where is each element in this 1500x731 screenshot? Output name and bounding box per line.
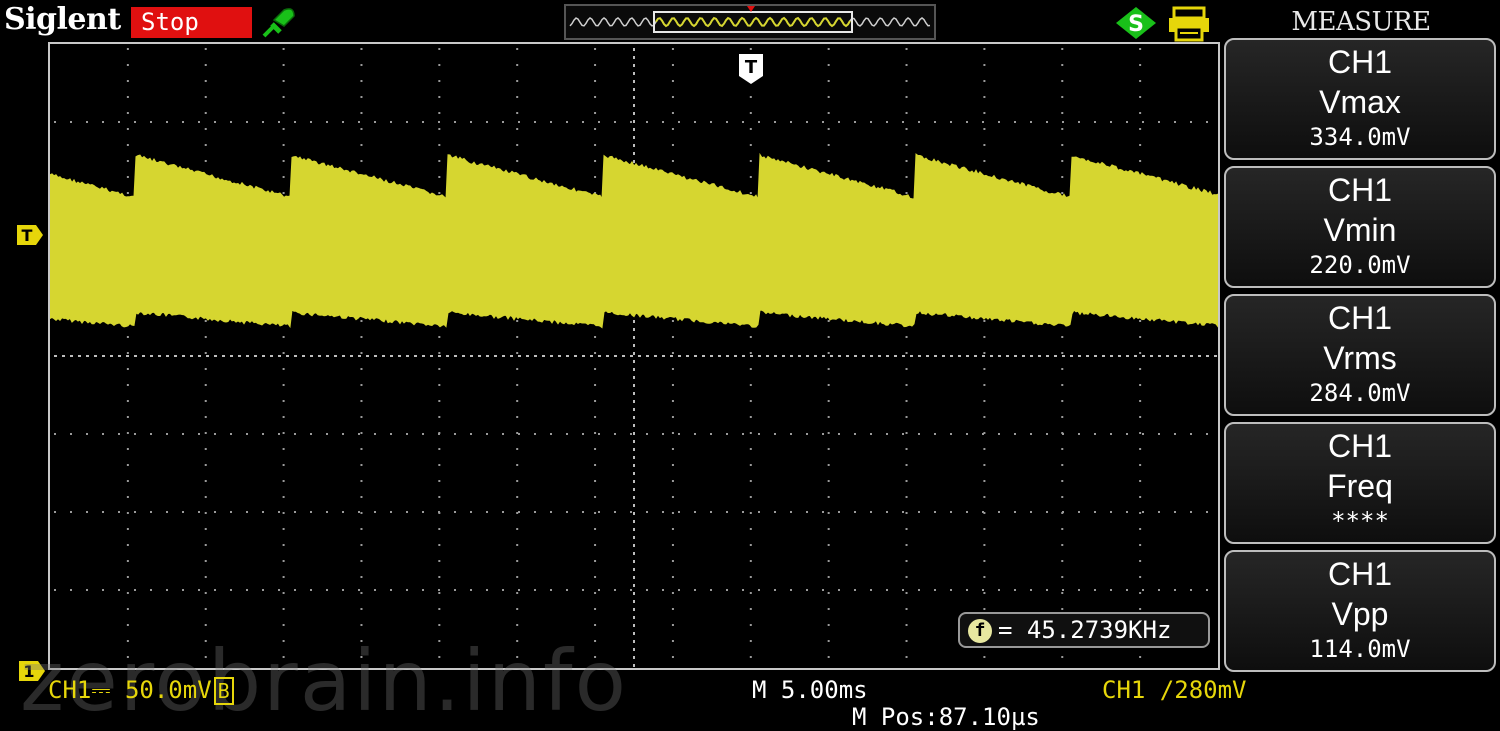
measure-item-vmax[interactable]: CH1 Vmax 334.0mV [1224, 38, 1496, 160]
measure-label: Vmin [1323, 212, 1397, 248]
measure-value: 284.0mV [1309, 379, 1411, 407]
s-mode-icon: S [1116, 7, 1156, 39]
trigger-level-label: T [22, 226, 33, 245]
channel-scale: CH1⎓ 50.0mV B [48, 676, 234, 705]
measure-value: 114.0mV [1309, 635, 1411, 663]
measure-channel: CH1 [1327, 300, 1392, 336]
waveform-display [48, 42, 1220, 670]
brand-logo: Siglent [4, 2, 121, 37]
menu-title: MEASURE [1291, 7, 1431, 37]
frequency-counter: f = 45.2739KHz [958, 612, 1210, 648]
trigger-position-marker[interactable]: T [737, 52, 765, 86]
measure-label: Vpp [1331, 596, 1389, 632]
print-icon [1169, 6, 1209, 42]
trigger-position-label: T [745, 57, 758, 78]
measure-value: 220.0mV [1309, 251, 1411, 279]
channel-scale-value: CH1⎓ 50.0mV [48, 676, 212, 704]
measure-item-vpp[interactable]: CH1 Vpp 114.0mV [1224, 550, 1496, 672]
bandwidth-limit-badge: B [213, 677, 234, 705]
svg-text:S: S [1128, 12, 1144, 37]
frequency-icon: f [968, 619, 992, 643]
measure-item-vmin[interactable]: CH1 Vmin 220.0mV [1224, 166, 1496, 288]
horizontal-position: M Pos:87.10µs [852, 703, 1040, 731]
measure-label: Vrms [1323, 340, 1397, 376]
timebase: M 5.00ms [752, 676, 868, 704]
frequency-value: = 45.2739KHz [998, 616, 1172, 644]
measure-label: Freq [1327, 468, 1393, 504]
trigger-level-marker[interactable]: T [16, 223, 44, 247]
measure-channel: CH1 [1327, 172, 1392, 208]
measure-value: **** [1331, 507, 1389, 535]
measure-channel: CH1 [1327, 44, 1392, 80]
measure-value: 334.0mV [1309, 123, 1411, 151]
measure-item-freq[interactable]: CH1 Freq **** [1224, 422, 1496, 544]
measure-channel: CH1 [1327, 556, 1392, 592]
run-stop-state[interactable]: Stop [131, 7, 252, 38]
measure-channel: CH1 [1327, 428, 1392, 464]
waveform-overview [564, 4, 936, 40]
trigger-setting: CH1 ∕280mV [1102, 676, 1247, 704]
measure-label: Vmax [1319, 84, 1401, 120]
plug-icon [262, 8, 295, 38]
measure-item-vrms[interactable]: CH1 Vrms 284.0mV [1224, 294, 1496, 416]
